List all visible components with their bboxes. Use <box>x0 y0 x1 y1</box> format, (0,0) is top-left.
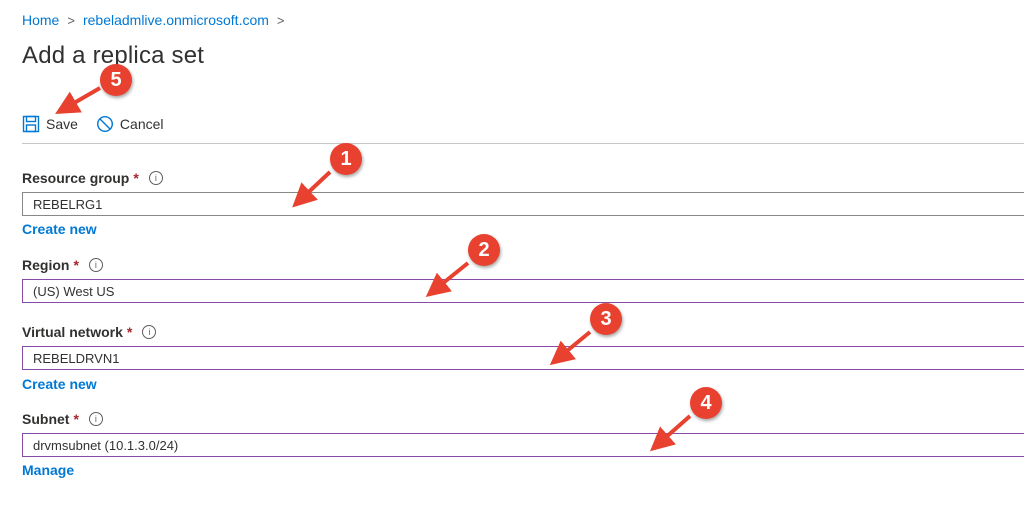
cancel-label: Cancel <box>119 116 164 132</box>
resource-group-value: REBELRG1 <box>33 196 103 212</box>
region-label: Region * i <box>22 257 103 273</box>
annotation-arrow-5 <box>55 86 102 115</box>
region-dropdown[interactable]: (US) West US <box>22 279 1024 303</box>
annotation-arrows <box>55 86 692 452</box>
required-marker: * <box>126 324 133 340</box>
save-icon <box>22 115 40 133</box>
annotation-badge-4: 4 <box>690 387 722 419</box>
annotation-badge-1: 1 <box>330 143 362 175</box>
resource-group-label-text: Resource group <box>22 170 130 186</box>
command-bar: Save Cancel <box>22 112 164 136</box>
virtual-network-value: REBELDRVN1 <box>33 350 120 366</box>
subnet-value: drvmsubnet (10.1.3.0/24) <box>33 437 179 453</box>
subnet-manage-link[interactable]: Manage <box>22 462 74 478</box>
annotation-badge-3: 3 <box>590 303 622 335</box>
breadcrumb-separator: > <box>276 12 285 28</box>
cancel-button[interactable]: Cancel <box>96 115 164 133</box>
required-marker: * <box>73 257 79 273</box>
info-icon[interactable]: i <box>148 171 163 185</box>
subnet-dropdown[interactable]: drvmsubnet (10.1.3.0/24) <box>22 433 1024 457</box>
breadcrumb-separator: > <box>67 12 75 28</box>
virtual-network-dropdown[interactable]: REBELDRVN1 <box>22 346 1024 370</box>
save-button[interactable]: Save <box>22 115 78 133</box>
annotation-badge-2: 2 <box>468 234 500 266</box>
breadcrumb-tenant-link[interactable]: rebeladmlive.onmicrosoft.com <box>83 12 269 28</box>
region-value: (US) West US <box>33 283 115 299</box>
virtual-network-label-text: Virtual network <box>22 324 123 340</box>
resource-group-dropdown[interactable]: REBELRG1 <box>22 192 1024 216</box>
breadcrumb-home-link[interactable]: Home <box>22 12 59 28</box>
virtual-network-label: Virtual network * i <box>22 324 157 340</box>
region-label-text: Region <box>22 257 70 273</box>
required-marker: * <box>73 411 79 427</box>
virtual-network-create-new-link[interactable]: Create new <box>22 376 97 392</box>
resource-group-label: Resource group * i <box>22 170 163 186</box>
subnet-label-text: Subnet <box>22 411 70 427</box>
resource-group-create-new-link[interactable]: Create new <box>22 221 97 237</box>
info-icon[interactable]: i <box>88 412 103 426</box>
annotation-badge-5: 5 <box>100 64 132 96</box>
required-marker: * <box>133 170 139 186</box>
save-label: Save <box>46 116 78 132</box>
cancel-icon <box>96 115 114 133</box>
breadcrumb: Home > rebeladmlive.onmicrosoft.com > <box>22 12 293 28</box>
info-icon[interactable]: i <box>142 325 157 339</box>
toolbar-divider <box>22 143 1024 144</box>
info-icon[interactable]: i <box>88 258 103 272</box>
subnet-label: Subnet * i <box>22 411 103 427</box>
